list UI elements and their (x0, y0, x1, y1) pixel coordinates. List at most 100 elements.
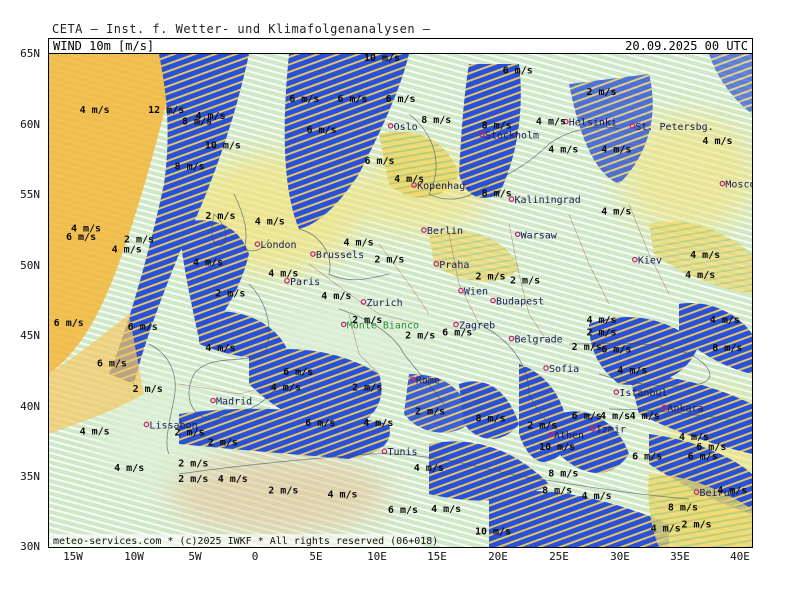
wind-speed-label: 2 m/s (208, 438, 238, 449)
city-warsaw: Warsaw (514, 230, 558, 241)
wind-speed-label: 6 m/s (364, 156, 394, 167)
wind-speed-label: 2 m/s (133, 384, 163, 395)
city-label: Sofia (549, 364, 579, 375)
city-kiev: Kiev (632, 256, 662, 267)
copyright-footer: meteo-services.com * (c)2025 IWKF * All … (53, 536, 438, 547)
map-title-bar: WIND 10m [m/s] 20.09.2025 00 UTC (48, 38, 753, 54)
wind-speed-label: 6 m/s (54, 318, 84, 329)
city-oslo: Oslo (387, 122, 418, 133)
city-budapest: Budapest (490, 297, 544, 308)
wind-speed-label: 4 m/s (321, 291, 351, 302)
lon-label-15w: 15W (63, 550, 83, 563)
wind-speed-label: 4 m/s (586, 315, 616, 326)
wind-speed-label: 8 m/s (548, 469, 578, 480)
wind-speed-label: 2 m/s (572, 342, 602, 353)
city-zurich: Zurich (360, 298, 403, 309)
wind-speed-label: 6 m/s (601, 345, 631, 356)
forecast-datetime: 20.09.2025 00 UTC (625, 39, 748, 53)
wind-speed-label: 4 m/s (536, 116, 566, 127)
lon-label-0: 0 (251, 550, 259, 563)
wind-speed-label: 4 m/s (80, 426, 110, 437)
wind-speed-label: 6 m/s (97, 359, 127, 370)
wind-speed-label: 4 m/s (651, 524, 681, 535)
city-sofia: Sofia (543, 364, 579, 375)
city-ankara: Ankara (661, 404, 704, 415)
city-label: Wien (464, 287, 488, 298)
wind-speed-label: 4 m/s (582, 491, 612, 502)
wind-speed-label: 6 m/s (632, 452, 662, 463)
wind-speed-label: 2 m/s (510, 276, 540, 287)
wind-speed-label: 2 m/s (586, 328, 616, 339)
city-london: London (254, 240, 297, 251)
city-izmir: Izmir (590, 425, 626, 436)
wind-speed-label: 2 m/s (415, 407, 445, 418)
wind-speed-label: 2 m/s (405, 331, 435, 342)
wind-speed-label: 6 m/s (283, 367, 313, 378)
city-athen: Athen (548, 431, 584, 442)
wind-speed-label: 4 m/s (630, 411, 660, 422)
wind-speed-label: 4 m/s (600, 411, 630, 422)
wind-speed-label: 8 m/s (182, 116, 212, 127)
wind-speed-label: 6 m/s (66, 232, 96, 243)
wind-speed-label: 4 m/s (601, 145, 631, 156)
wind-speed-label: 4 m/s (617, 366, 647, 377)
city-wien: Wien (458, 287, 488, 298)
city-label: Berlin (427, 226, 463, 237)
city-label: Moscow (725, 180, 753, 191)
wind-speed-label: 4 m/s (414, 463, 444, 474)
lon-label-30e: 30E (610, 550, 630, 563)
wind-speed-label: 4 m/s (344, 238, 374, 249)
wind-speed-label: 12 m/s (148, 105, 184, 116)
wind-speed-label: 4 m/s (685, 270, 715, 281)
city-label: Madrid (216, 397, 252, 408)
wind-speed-label: 4 m/s (394, 174, 424, 185)
city-label: Oslo (394, 122, 418, 133)
wind-speed-label: 4 m/s (271, 383, 301, 394)
wind-speed-label: 4 m/s (218, 474, 248, 485)
city-madrid: Madrid (210, 397, 252, 408)
wind-speed-label: 2 m/s (527, 421, 557, 432)
lon-label-35e: 35E (670, 550, 690, 563)
city-helsinki: Helsinki (562, 118, 617, 129)
city-label: Kaliningrad (515, 195, 581, 206)
city-label: Ankara (667, 404, 703, 415)
wind-speed-label: 8 m/s (668, 502, 698, 513)
city-istanbul: Istanbul (613, 388, 668, 399)
wind-speed-label: 8 m/s (712, 343, 742, 354)
city-label: St. Petersbg. (635, 122, 713, 133)
lon-label-25e: 25E (549, 550, 569, 563)
wind-speed-label: 8 m/s (475, 414, 505, 425)
city-st-petersbg: St. Petersbg. (629, 122, 714, 133)
lon-label-5w: 5W (188, 550, 202, 563)
city-tunis: Tunis (381, 447, 418, 458)
lon-label-5e: 5E (309, 550, 323, 563)
wind-speed-label: 10 m/s (205, 140, 241, 151)
wind-speed-label: 8 m/s (175, 162, 205, 173)
wind-speed-label: 4 m/s (363, 418, 393, 429)
lat-label-55n: 55N (20, 188, 40, 201)
wind-speed-label: 10 m/s (475, 526, 511, 537)
city-label: Kopenhag. (417, 181, 471, 192)
city-kaliningrad: Kaliningrad (508, 195, 581, 206)
wind-speed-label: 4 m/s (255, 216, 285, 227)
city-brussels: Brussels (310, 250, 364, 261)
wind-speed-label: 6 m/s (688, 452, 718, 463)
city-belgrade: Belgrade (508, 335, 563, 346)
city-label: Izmir (596, 425, 626, 436)
city-berlin: Berlin (421, 226, 463, 237)
wind-speed-label: 2 m/s (586, 87, 616, 98)
city-label: Praha (439, 260, 469, 271)
city-label: Tunis (387, 447, 417, 458)
wind-speed-label: 4 m/s (601, 207, 631, 218)
wind-speed-label: 2 m/s (175, 428, 205, 439)
city-label: Athen (554, 431, 584, 442)
wind-speed-label: 4 m/s (114, 463, 144, 474)
city-stockholm: Stockholm (479, 130, 539, 141)
wind-speed-label: 4 m/s (548, 145, 578, 156)
city-rome: Rome (410, 375, 440, 386)
lon-label-40e: 40E (730, 550, 750, 563)
wind-speed-label: 8 m/s (421, 115, 451, 126)
wind-speed-label: 2 m/s (205, 211, 235, 222)
city-label: Kiev (638, 256, 662, 267)
city-label: London (260, 240, 296, 251)
